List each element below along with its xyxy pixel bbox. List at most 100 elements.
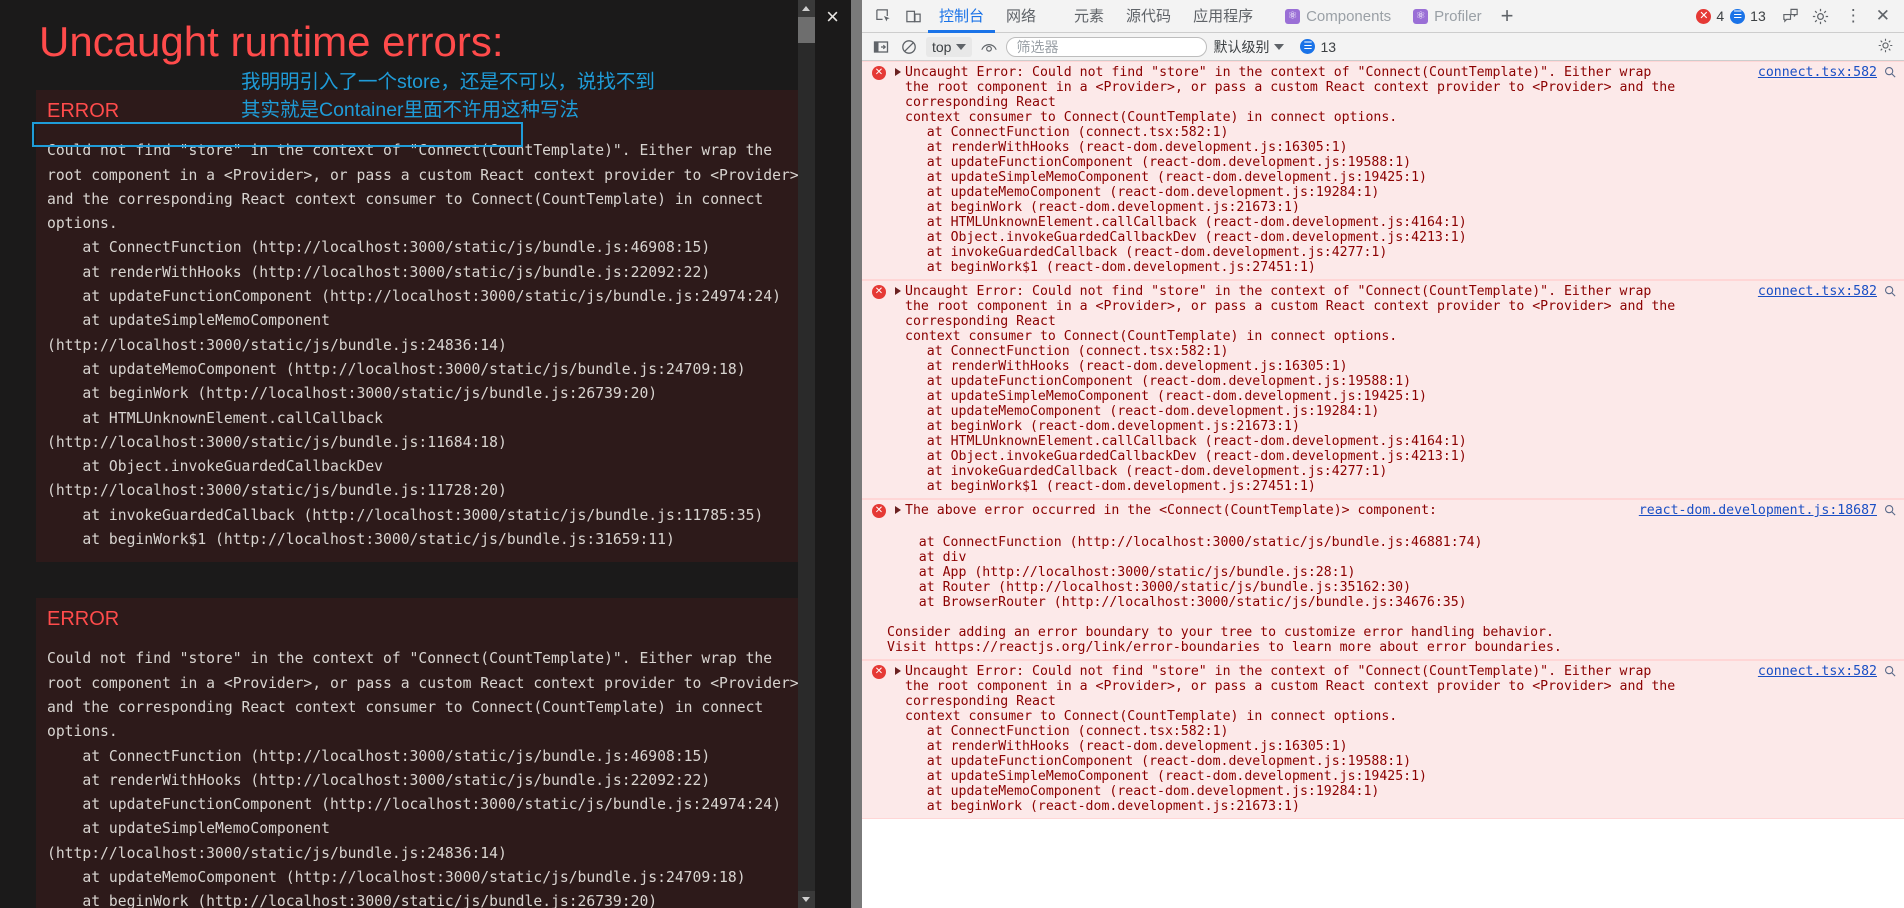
devtools-panel: 控制台 网络 元素 源代码 应用程序 ⚛ Components ⚛ Profil… xyxy=(862,0,1904,908)
error-icon: ✕ xyxy=(872,285,886,299)
stack-frame-text: ) xyxy=(1403,155,1412,170)
source-link[interactable]: connect.tsx:582 xyxy=(1758,664,1877,679)
stack-frame-link[interactable]: react-dom.development.js:27451:1 xyxy=(1054,479,1308,494)
source-link[interactable]: react-dom.development.js:18687 xyxy=(1639,503,1877,518)
add-panel-icon[interactable]: + xyxy=(1493,5,1522,27)
source-link[interactable]: connect.tsx:582 xyxy=(1758,284,1877,299)
stack-frame-link[interactable]: react-dom.development.js:21673:1 xyxy=(1038,799,1292,814)
stack-frame-link[interactable]: react-dom.development.js:19588:1 xyxy=(1149,754,1403,769)
stack-frame-text: ) xyxy=(1292,799,1300,814)
stack-frame: at ConnectFunction (http://localhost:300… xyxy=(887,535,1904,550)
error-block: ERROR Could not find "store" in the cont… xyxy=(36,90,815,563)
close-icon[interactable]: × xyxy=(826,6,839,28)
console-error-message[interactable]: ✕ Uncaught Error: Could not find "store" … xyxy=(862,280,1904,499)
filter-input[interactable] xyxy=(1006,36,1208,57)
close-devtools-icon[interactable]: ✕ xyxy=(1872,6,1900,26)
stack-frame-link[interactable]: https://reactjs.org/link/error-boundarie… xyxy=(935,640,1261,655)
execution-context-select[interactable]: top xyxy=(926,36,973,57)
stack-frame-link[interactable]: react-dom.development.js:19284:1 xyxy=(1117,185,1371,200)
console-error-message[interactable]: ✕ The above error occurred in the <Connec… xyxy=(862,499,1904,660)
clear-console-icon[interactable] xyxy=(898,37,920,57)
stack-frame-link[interactable]: react-dom.development.js:19588:1 xyxy=(1149,155,1403,170)
stack-frame-link[interactable]: react-dom.development.js:27451:1 xyxy=(1054,260,1308,275)
stack-frame-text: ) xyxy=(1458,449,1467,464)
tab-profiler[interactable]: ⚛ Profiler xyxy=(1402,0,1493,33)
tab-profiler-label: Profiler xyxy=(1434,7,1482,25)
console-stack-trace: at ConnectFunction (http://localhost:300… xyxy=(862,520,1904,655)
stack-frame-text: at beginWork ( xyxy=(895,200,1038,215)
stack-frame-link[interactable]: http://localhost:3000/static/js/bundle.j… xyxy=(982,565,1347,580)
search-icon[interactable] xyxy=(1884,285,1898,301)
stack-frame: at invokeGuardedCallback (react-dom.deve… xyxy=(895,464,1904,479)
console-error-message[interactable]: ✕ Uncaught Error: Could not find "store" … xyxy=(862,660,1904,819)
info-count-badge[interactable]: ☰ 13 xyxy=(1730,8,1766,24)
console-message-text: Uncaught Error: Could not find "store" i… xyxy=(905,65,1676,125)
stack-frame-link[interactable]: react-dom.development.js:4277:1 xyxy=(1133,245,1379,260)
overlay-scrollbar[interactable] xyxy=(798,0,815,908)
stack-frame-text: at updateFunctionComponent ( xyxy=(895,374,1150,389)
stack-frame-link[interactable]: react-dom.development.js:4277:1 xyxy=(1133,464,1379,479)
tab-components-label: Components xyxy=(1306,7,1392,25)
scrollbar-thumb[interactable] xyxy=(798,17,815,43)
search-icon[interactable] xyxy=(1884,66,1898,82)
pane-divider[interactable] xyxy=(851,0,862,908)
stack-frame-link[interactable]: http://localhost:3000/static/js/bundle.j… xyxy=(1062,595,1459,610)
filter-eye-icon[interactable] xyxy=(978,37,1000,57)
tab-console[interactable]: 控制台 xyxy=(928,0,995,33)
stack-frame-link[interactable]: connect.tsx:582:1 xyxy=(1086,125,1221,140)
stack-frame-link[interactable]: react-dom.development.js:4213:1 xyxy=(1213,449,1459,464)
tab-sources[interactable]: 源代码 xyxy=(1115,0,1182,33)
inspect-element-icon[interactable] xyxy=(868,2,898,30)
stack-frame-text: at ConnectFunction ( xyxy=(887,535,1078,550)
stack-frame-link[interactable]: react-dom.development.js:19425:1 xyxy=(1165,170,1419,185)
feedback-icon[interactable] xyxy=(1776,2,1806,30)
console-settings-icon[interactable] xyxy=(1877,37,1896,57)
stack-frame-link[interactable]: react-dom.development.js:4213:1 xyxy=(1213,230,1459,245)
tab-components[interactable]: ⚛ Components xyxy=(1274,0,1402,33)
stack-frame-link[interactable]: http://localhost:3000/static/js/bundle.j… xyxy=(1078,535,1475,550)
error-block: ERROR Could not find "store" in the cont… xyxy=(36,598,815,908)
device-toolbar-icon[interactable] xyxy=(898,2,928,30)
expand-arrow-icon[interactable] xyxy=(895,287,904,295)
expand-arrow-icon[interactable] xyxy=(895,667,904,675)
stack-frame-link[interactable]: react-dom.development.js:21673:1 xyxy=(1038,419,1292,434)
stack-frame-link[interactable]: react-dom.development.js:4164:1 xyxy=(1213,215,1459,230)
stack-frame-link[interactable]: react-dom.development.js:16305:1 xyxy=(1086,739,1340,754)
more-options-icon[interactable]: ⋮ xyxy=(1836,6,1872,26)
expand-arrow-icon[interactable] xyxy=(895,68,904,76)
scroll-down-icon[interactable] xyxy=(798,891,815,908)
stack-frame-link[interactable]: react-dom.development.js:21673:1 xyxy=(1038,200,1292,215)
search-icon[interactable] xyxy=(1884,504,1898,520)
scroll-up-icon[interactable] xyxy=(798,0,815,17)
stack-frame-link[interactable]: react-dom.development.js:4164:1 xyxy=(1213,434,1459,449)
annotation-line-1: 我明明引入了一个store，还是不可以，说找不到 xyxy=(241,71,655,93)
log-level-select[interactable]: 默认级别 xyxy=(1213,37,1285,57)
console-sidebar-icon[interactable] xyxy=(870,37,892,57)
stack-frame-link[interactable]: connect.tsx:582:1 xyxy=(1086,344,1221,359)
stack-frame-link[interactable]: react-dom.development.js:19425:1 xyxy=(1165,389,1419,404)
search-icon[interactable] xyxy=(1884,665,1898,681)
stack-frame-link[interactable]: react-dom.development.js:19284:1 xyxy=(1117,404,1371,419)
stack-frame-link[interactable]: http://localhost:3000/static/js/bundle.j… xyxy=(1006,580,1403,595)
tab-elements[interactable]: 元素 xyxy=(1063,0,1115,33)
stack-frame-link[interactable]: react-dom.development.js:16305:1 xyxy=(1086,359,1340,374)
expand-arrow-icon[interactable] xyxy=(895,506,904,514)
stack-frame-text: at updateSimpleMemoComponent ( xyxy=(895,170,1165,185)
issues-badge[interactable]: ☰ 13 xyxy=(1300,39,1336,55)
stack-frame-link[interactable]: connect.tsx:582:1 xyxy=(1086,724,1221,739)
source-link[interactable]: connect.tsx:582 xyxy=(1758,65,1877,80)
stack-frame-text: at updateMemoComponent ( xyxy=(895,404,1118,419)
console-message-list[interactable]: ✕ Uncaught Error: Could not find "store" … xyxy=(862,61,1904,908)
stack-frame: at beginWork$1 (react-dom.development.js… xyxy=(895,260,1904,275)
stack-frame-link[interactable]: react-dom.development.js:19588:1 xyxy=(1149,374,1403,389)
tab-application[interactable]: 应用程序 xyxy=(1182,0,1264,33)
stack-frame-link[interactable]: react-dom.development.js:19284:1 xyxy=(1117,784,1371,799)
console-error-message[interactable]: ✕ Uncaught Error: Could not find "store" … xyxy=(862,61,1904,280)
tab-network[interactable]: 网络 xyxy=(995,0,1047,33)
error-count-badge[interactable]: ✕ 4 xyxy=(1696,8,1724,24)
stack-frame: at renderWithHooks (react-dom.developmen… xyxy=(895,140,1904,155)
gear-icon[interactable] xyxy=(1806,2,1836,30)
stack-frame-link[interactable]: react-dom.development.js:16305:1 xyxy=(1086,140,1340,155)
scrollbar-track[interactable] xyxy=(798,17,815,891)
stack-frame-link[interactable]: react-dom.development.js:19425:1 xyxy=(1165,769,1419,784)
